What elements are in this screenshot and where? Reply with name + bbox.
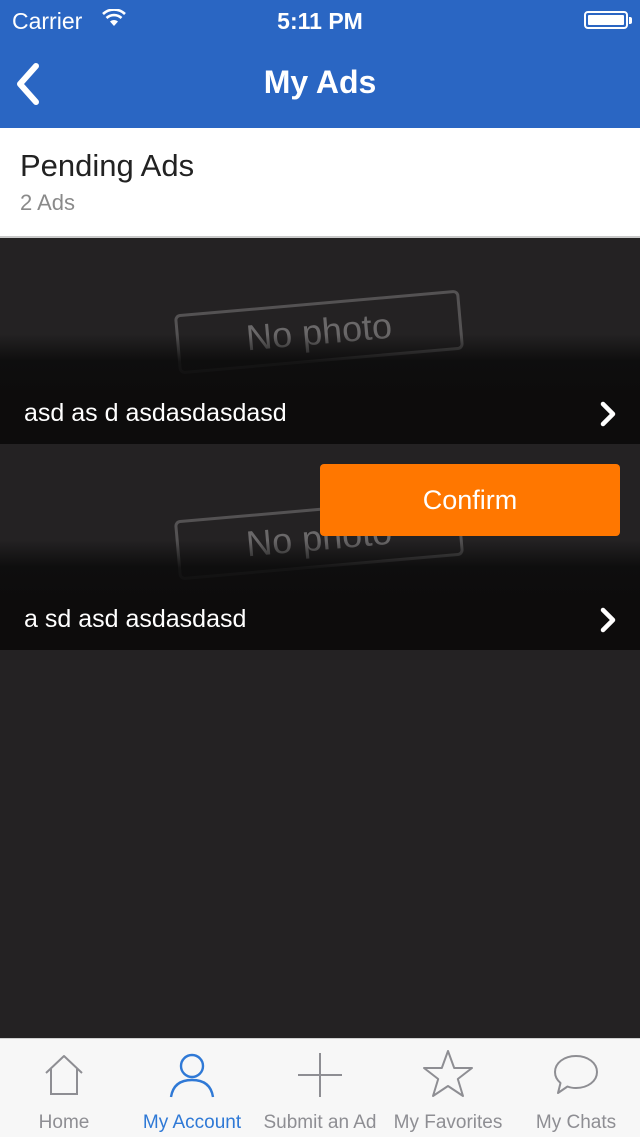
tab-label: My Favorites — [393, 1112, 503, 1133]
chevron-right-icon — [600, 607, 616, 633]
home-icon — [45, 1055, 83, 1095]
tab-label: My Account — [142, 1112, 242, 1133]
user-icon — [169, 1053, 215, 1098]
plus-icon — [298, 1053, 342, 1097]
tab-submit-ad[interactable]: Submit an Ad — [256, 1039, 384, 1137]
tab-my-favorites[interactable]: My Favorites — [384, 1039, 512, 1137]
tab-home[interactable]: Home — [0, 1039, 128, 1137]
battery-icon — [584, 11, 632, 29]
page-title: My Ads — [263, 64, 377, 100]
status-time: 5:11 PM — [277, 8, 363, 34]
star-icon — [423, 1050, 473, 1097]
tab-my-chats[interactable]: My Chats — [512, 1039, 640, 1137]
tab-label: Submit an Ad — [263, 1112, 377, 1133]
ad-list-item[interactable]: No photo asd as d asdasdasdasd — [0, 238, 640, 444]
ad-title: a sd asd asdasdasd — [24, 605, 247, 633]
section-count: 2 Ads — [20, 190, 76, 215]
chat-bubble-icon — [554, 1055, 598, 1094]
section-header: Pending Ads 2 Ads — [0, 128, 640, 238]
tab-my-account[interactable]: My Account — [128, 1039, 256, 1137]
confirm-button[interactable]: Confirm — [320, 464, 620, 536]
tab-bar: Home My Account Submit an Ad My Favorite… — [0, 1038, 640, 1137]
tab-label: My Chats — [535, 1112, 617, 1133]
ad-title: asd as d asdasdasdasd — [24, 399, 287, 427]
section-title: Pending Ads — [20, 148, 195, 183]
chevron-right-icon — [600, 401, 616, 427]
status-bar: Carrier 5:11 PM — [0, 0, 640, 40]
top-bar: Carrier 5:11 PM My Ads — [0, 0, 640, 128]
